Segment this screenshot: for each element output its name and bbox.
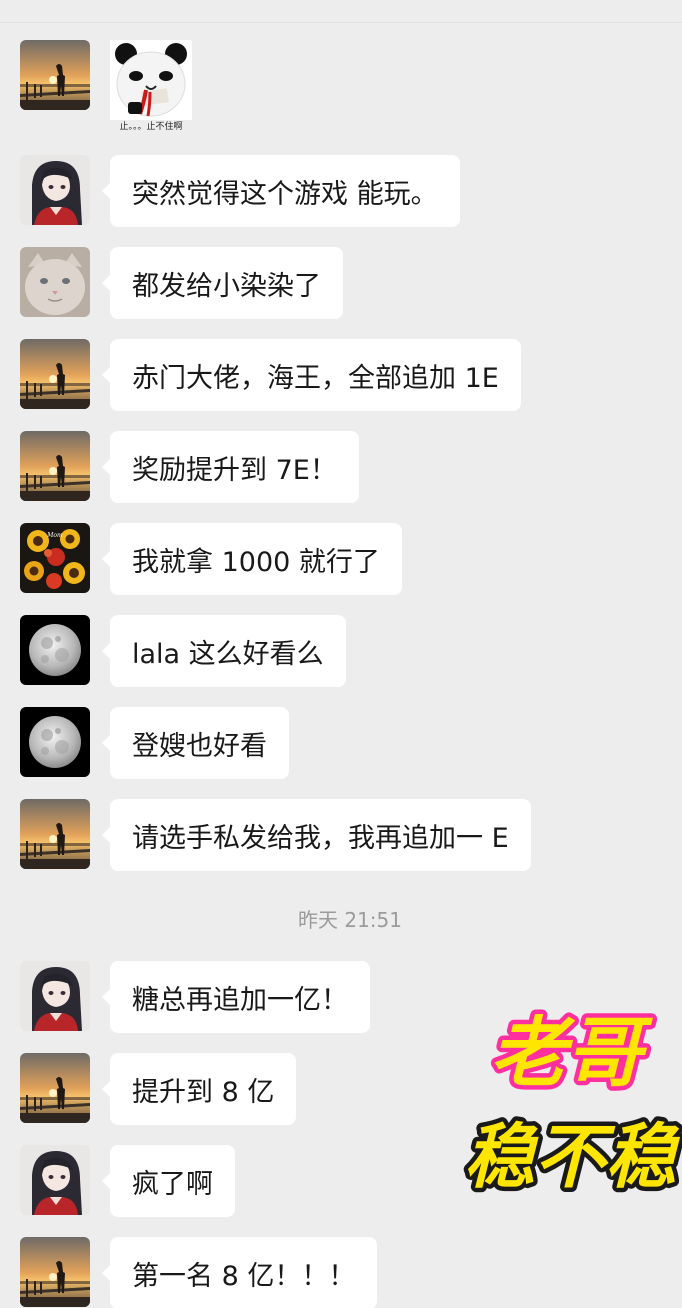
message-bubble[interactable]: 突然觉得这个游戏 能玩。 [102, 155, 460, 227]
divider [0, 22, 682, 23]
sticker-caption: 止。。。止不住啊 [119, 122, 183, 132]
panda-sticker-icon [110, 40, 192, 120]
sunset-lake-avatar[interactable] [20, 339, 90, 409]
chat-window[interactable]: 止。。。止不住啊 突然觉得这个游戏 能玩。 都发给小染染了 赤门大佬，海王，全部… [0, 0, 682, 1308]
message-bubble[interactable]: 我就拿 1000 就行了 [102, 523, 402, 595]
message-bubble[interactable]: 提升到 8 亿 [101, 1053, 297, 1125]
sunset-lake-avatar[interactable] [20, 799, 90, 869]
message-bubble[interactable]: 请选手私发给我，我再追加一 E [102, 799, 531, 871]
message-bubble[interactable]: 登嫂也好看 [102, 707, 289, 779]
sunflower-avatar[interactable] [20, 523, 90, 593]
sunset-lake-avatar[interactable] [20, 431, 90, 501]
message-bubble[interactable]: 都发给小染染了 [102, 247, 343, 319]
moon-avatar[interactable] [20, 707, 90, 777]
anime-girl-avatar[interactable] [20, 961, 90, 1031]
sunset-lake-avatar[interactable] [20, 40, 90, 110]
anime-girl-avatar[interactable] [20, 155, 90, 225]
sunset-lake-avatar[interactable] [20, 1053, 90, 1123]
moon-avatar[interactable] [20, 615, 90, 685]
cat-avatar[interactable] [20, 247, 90, 317]
panda-nosebleed-sticker[interactable]: 止。。。止不住啊 [110, 40, 192, 132]
message-bubble[interactable]: lala 这么好看么 [102, 615, 346, 687]
message-bubble[interactable]: 糖总再追加一亿！ [102, 961, 370, 1033]
message-bubble[interactable]: 赤门大佬，海王，全部追加 1E [102, 339, 521, 411]
overlay-line-2: 稳不稳 [464, 1116, 680, 1195]
overlay-line-1: 老哥 [490, 1008, 653, 1097]
sunset-lake-avatar[interactable] [20, 1237, 90, 1307]
timestamp: 昨天 21:51 [298, 908, 402, 932]
message-bubble[interactable]: 奖励提升到 7E！ [102, 431, 359, 503]
message-bubble[interactable]: 疯了啊 [102, 1145, 235, 1217]
overlay-caption: 老哥 稳不稳 [460, 1004, 682, 1196]
message-bubble[interactable]: 第一名 8 亿！！！ [101, 1237, 378, 1308]
anime-girl-avatar[interactable] [20, 1145, 90, 1215]
